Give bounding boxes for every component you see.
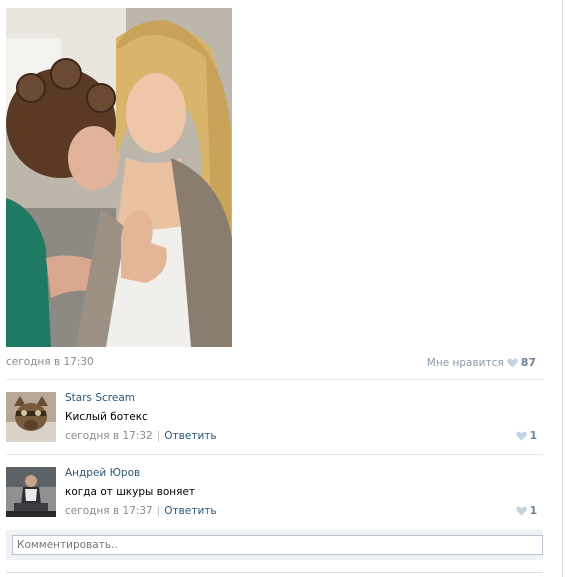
comment-item: Stars Scream Кислый ботекс сегодня в 17:… xyxy=(6,392,543,454)
comment-text: когда от шкуры воняет xyxy=(65,486,196,498)
comment-author[interactable]: Андрей Юров xyxy=(65,467,140,479)
divider xyxy=(6,454,543,455)
post-meta: сегодня в 17:30 Мне нравится 87 xyxy=(6,356,540,370)
comment-date[interactable]: сегодня в 17:32 xyxy=(65,430,153,442)
heart-icon xyxy=(515,431,527,441)
separator: | xyxy=(156,430,161,442)
comment-form xyxy=(6,530,543,560)
avatar[interactable] xyxy=(6,467,56,517)
like-count: 1 xyxy=(529,430,537,442)
like-count: 1 xyxy=(529,505,537,517)
like-label[interactable]: Мне нравится xyxy=(427,357,504,369)
post-like-button[interactable]: Мне нравится 87 xyxy=(427,356,536,369)
reply-link[interactable]: Ответить xyxy=(164,430,216,442)
like-count: 87 xyxy=(520,356,536,369)
post-photo[interactable] xyxy=(6,8,232,347)
comment-date[interactable]: сегодня в 17:37 xyxy=(65,505,153,517)
divider xyxy=(6,379,543,380)
page-right-border xyxy=(562,0,563,577)
separator: | xyxy=(156,505,161,517)
comment-like-button[interactable]: 1 xyxy=(515,505,537,517)
avatar[interactable] xyxy=(6,392,56,442)
comment-input[interactable] xyxy=(12,535,543,555)
comment-item: Андрей Юров когда от шкуры воняет сегодн… xyxy=(6,467,543,529)
heart-icon xyxy=(506,358,518,367)
comment-like-button[interactable]: 1 xyxy=(515,430,537,442)
divider xyxy=(6,572,543,573)
comment-author[interactable]: Stars Scream xyxy=(65,392,135,404)
comment-meta: сегодня в 17:37 | Ответить xyxy=(65,505,217,517)
post-date[interactable]: сегодня в 17:30 xyxy=(6,356,94,368)
reply-link[interactable]: Ответить xyxy=(164,505,216,517)
heart-icon xyxy=(515,506,527,516)
comment-meta: сегодня в 17:32 | Ответить xyxy=(65,430,217,442)
comment-text: Кислый ботекс xyxy=(65,411,148,423)
